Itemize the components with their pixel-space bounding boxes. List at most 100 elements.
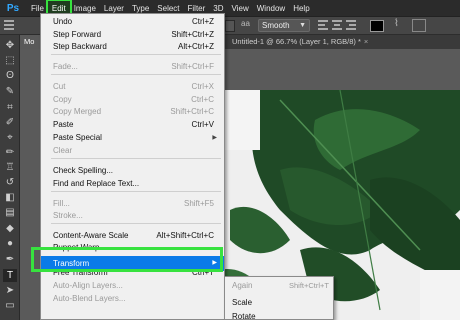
submenu-item-label: Again xyxy=(232,281,253,290)
menu-item-label: Check Spelling... xyxy=(53,166,114,175)
menu-item-label: Copy xyxy=(53,95,72,104)
menu-item-shortcut: Alt+Shift+Ctrl+C xyxy=(156,231,214,240)
menu-item-find-and-replace-text[interactable]: Find and Replace Text... xyxy=(41,178,224,190)
menu-item-label: Fill... xyxy=(53,199,70,208)
chevron-down-icon: ▼ xyxy=(299,22,306,29)
move-icon[interactable]: ✥ xyxy=(3,39,17,52)
quick-select-icon[interactable]: ✎ xyxy=(3,85,17,98)
menu-item-stroke[interactable]: Stroke... xyxy=(41,210,224,222)
history-brush-icon[interactable]: ↺ xyxy=(3,176,17,189)
align-right-icon[interactable] xyxy=(346,20,356,31)
menu-item-label: Stroke... xyxy=(53,211,83,220)
warp-text-icon[interactable]: ⌇ xyxy=(394,18,399,29)
submenu-item-again[interactable]: Again Shift+Ctrl+T xyxy=(225,279,333,293)
menu-item-copy-merged[interactable]: Copy Merged Shift+Ctrl+C xyxy=(41,106,224,118)
blur-icon[interactable]: ◆ xyxy=(3,222,17,235)
type-icon[interactable]: T xyxy=(3,269,17,282)
menu-item-shortcut: Ctrl+V xyxy=(191,120,214,129)
menu-item-copy[interactable]: Copy Ctrl+C xyxy=(41,94,224,106)
menu-item-shortcut: Shift+Ctrl+F xyxy=(171,62,214,71)
path-select-icon[interactable]: ➤ xyxy=(3,284,17,297)
menu-item-label: Auto-Blend Layers... xyxy=(53,294,126,303)
character-panel-icon[interactable] xyxy=(412,19,426,32)
submenu-item-label: Scale xyxy=(232,298,253,307)
menu-separator xyxy=(51,74,221,75)
menu-item-label: Content-Aware Scale xyxy=(53,231,129,240)
menu-item-label: Find and Replace Text... xyxy=(53,179,140,188)
menu-item-label: Paste Special xyxy=(53,133,102,142)
menu-item-paste-special[interactable]: Paste Special ▶ xyxy=(41,132,224,144)
text-color-swatch[interactable] xyxy=(370,20,384,32)
tab-doc-title: Untitled-1 @ 66.7% (Layer 1, RGB/8) * xyxy=(232,37,361,46)
gradient-icon[interactable]: ▤ xyxy=(3,206,17,219)
menu-item-shortcut: Ctrl+C xyxy=(191,95,214,104)
antialias-value: Smooth xyxy=(262,21,290,30)
menu-item-fade[interactable]: Fade... Shift+Ctrl+F xyxy=(41,61,224,73)
menu-help[interactable]: Help xyxy=(289,1,313,16)
submenu-arrow-icon: ▶ xyxy=(212,135,217,141)
antialias-icon: aa xyxy=(241,19,250,28)
menu-item-label: Cut xyxy=(53,82,66,91)
menu-item-label: Copy Merged xyxy=(53,107,102,116)
dodge-icon[interactable]: ● xyxy=(3,237,17,250)
photoshop-logo: Ps xyxy=(6,2,20,14)
transform-callout-highlight xyxy=(31,247,223,272)
menu-item-label: Auto-Align Layers... xyxy=(53,281,123,290)
menu-item-label: Paste xyxy=(53,120,74,129)
align-center-icon[interactable] xyxy=(332,20,342,31)
eyedropper-icon[interactable]: ✐ xyxy=(3,116,17,129)
tab-first-label: Mo xyxy=(24,37,35,46)
pen-icon[interactable]: ✒ xyxy=(3,253,17,266)
crop-icon[interactable]: ⌗ xyxy=(3,101,17,114)
menu-item-clear[interactable]: Clear xyxy=(41,145,224,157)
menu-separator xyxy=(51,191,221,192)
menu-item-shortcut: Shift+F5 xyxy=(183,199,214,208)
menu-window[interactable]: Window xyxy=(253,1,289,16)
font-size-icon[interactable] xyxy=(225,20,235,32)
menu-item-step-backward[interactable]: Step Backward Alt+Ctrl+Z xyxy=(41,41,224,53)
menu-separator xyxy=(51,223,221,224)
menu-item-label: Clear xyxy=(53,146,73,155)
menu-item-shortcut: Ctrl+Z xyxy=(192,17,214,26)
marquee-icon[interactable]: ⬚ xyxy=(3,54,17,67)
align-left-icon[interactable] xyxy=(318,20,328,31)
menu-item-check-spelling[interactable]: Check Spelling... xyxy=(41,165,224,177)
submenu-item-label: Rotate xyxy=(232,312,256,320)
menu-item-label: Fade... xyxy=(53,62,78,71)
menu-item-label: Step Forward xyxy=(53,30,102,39)
menu-item-label: Step Backward xyxy=(53,42,107,51)
stamp-icon[interactable]: ♖ xyxy=(3,161,17,174)
menu-item-auto-blend-layers[interactable]: Auto-Blend Layers... xyxy=(41,293,224,305)
menu-item-shortcut: Ctrl+X xyxy=(191,82,214,91)
menu-item-cut[interactable]: Cut Ctrl+X xyxy=(41,81,224,93)
tab-untitled-1[interactable]: Untitled-1 @ 66.7% (Layer 1, RGB/8) * × xyxy=(228,35,368,49)
menu-item-step-forward[interactable]: Step Forward Shift+Ctrl+Z xyxy=(41,29,224,41)
menu-item-paste[interactable]: Paste Ctrl+V xyxy=(41,119,224,131)
menu-item-label: Undo xyxy=(53,17,73,26)
shape-icon[interactable]: ▭ xyxy=(3,299,17,312)
submenu-item-rotate[interactable]: Rotate xyxy=(225,310,333,320)
menu-separator xyxy=(51,158,221,159)
antialias-select[interactable]: Smooth ▼ xyxy=(258,19,310,32)
menu-item-shortcut: Shift+Ctrl+Z xyxy=(171,30,214,39)
tab-first-document[interactable]: Mo xyxy=(20,35,42,49)
menu-item-content-aware-scale[interactable]: Content-Aware Scale Alt+Shift+Ctrl+C xyxy=(41,230,224,242)
menu-item-undo[interactable]: Undo Ctrl+Z xyxy=(41,16,224,28)
menu-item-fill[interactable]: Fill... Shift+F5 xyxy=(41,198,224,210)
eraser-icon[interactable]: ◧ xyxy=(3,191,17,204)
lasso-icon[interactable]: ʘ xyxy=(3,69,17,82)
submenu-item-shortcut: Shift+Ctrl+T xyxy=(288,281,329,290)
tools-panel: ✥ ⬚ ʘ ✎ ⌗ ✐ ⌖ ✏ ♖ ↺ ◧ ▤ ◆ ● ✒ T ➤ ▭ xyxy=(0,35,20,320)
brush-icon[interactable]: ✏ xyxy=(3,146,17,159)
edit-menu-dropdown: Undo Ctrl+Z Step Forward Shift+Ctrl+Z Step B… xyxy=(40,13,225,320)
close-icon[interactable]: × xyxy=(364,37,368,46)
tool-preset-icon[interactable] xyxy=(4,20,14,31)
submenu-item-scale[interactable]: Scale xyxy=(225,296,333,310)
menu-item-shortcut: Shift+Ctrl+C xyxy=(170,107,214,116)
menu-separator xyxy=(51,54,221,55)
menu-item-auto-align-layers[interactable]: Auto-Align Layers... xyxy=(41,280,224,292)
menu-view[interactable]: View xyxy=(228,1,253,16)
menu-item-shortcut: Alt+Ctrl+Z xyxy=(177,42,214,51)
healing-icon[interactable]: ⌖ xyxy=(3,131,17,144)
transform-submenu: Again Shift+Ctrl+T Scale Rotate xyxy=(224,276,334,320)
